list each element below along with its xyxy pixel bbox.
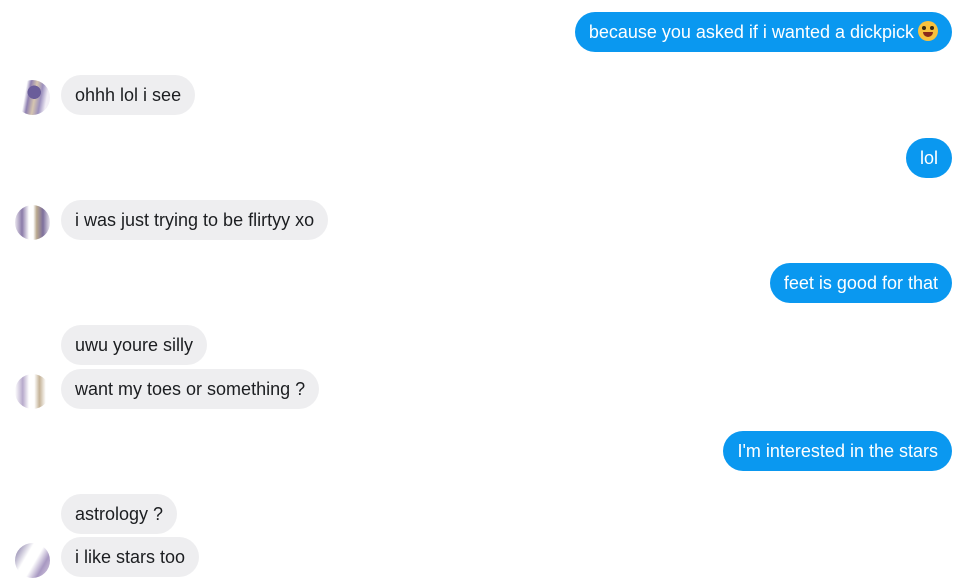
message-text: because you asked if i wanted a dickpick <box>588 22 914 42</box>
incoming-message[interactable]: uwu youre silly <box>61 325 208 365</box>
outgoing-message[interactable]: because you asked if i wanted a dickpick <box>574 12 952 52</box>
outgoing-message[interactable]: I'm interested in the stars <box>723 431 952 471</box>
message-text: astrology ? <box>75 504 164 524</box>
message-text: feet is good for that <box>783 273 938 293</box>
incoming-message[interactable]: want my toes or something ? <box>61 369 320 409</box>
contact-avatar[interactable] <box>15 205 50 240</box>
chat-thread: because you asked if i wanted a dickpick… <box>0 0 967 578</box>
incoming-message[interactable]: astrology ? <box>61 494 178 534</box>
incoming-message[interactable]: i like stars too <box>61 537 200 577</box>
outgoing-message[interactable]: feet is good for that <box>769 263 952 303</box>
incoming-message[interactable]: ohhh lol i see <box>61 75 196 115</box>
message-text: want my toes or something ? <box>75 379 306 399</box>
message-text: uwu youre silly <box>75 335 194 355</box>
contact-avatar[interactable] <box>15 543 50 578</box>
message-text: I'm interested in the stars <box>737 441 938 461</box>
message-text: lol <box>919 148 938 168</box>
incoming-message[interactable]: i was just trying to be flirtyy xo <box>61 200 329 240</box>
contact-avatar[interactable] <box>15 80 50 115</box>
message-text: ohhh lol i see <box>75 85 182 105</box>
message-text: i like stars too <box>75 547 186 567</box>
message-text: i was just trying to be flirtyy xo <box>75 210 315 230</box>
grinning-tongue-emoji-icon <box>918 21 938 41</box>
contact-avatar[interactable] <box>15 374 50 409</box>
outgoing-message[interactable]: lol <box>905 138 952 178</box>
